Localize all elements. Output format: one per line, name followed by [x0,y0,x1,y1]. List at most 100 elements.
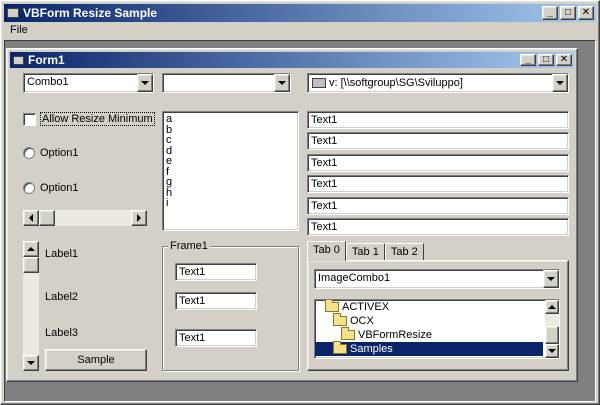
list-item[interactable]: a [166,114,295,125]
frame1-title: Frame1 [168,240,210,252]
frame-text-1[interactable]: Text1 [175,263,257,281]
arrow-up-icon [548,305,556,309]
maximize-icon[interactable]: □ [538,54,554,66]
frame-text-3[interactable]: Text1 [175,329,257,347]
folder-icon [333,313,347,326]
list-item[interactable]: d [166,145,295,157]
combo1[interactable]: Combo1 [23,73,154,93]
right-text-2[interactable]: Text1 [307,132,569,150]
drive-combo[interactable]: v: [\\softgroup\SG\Sviluppo] [307,73,569,93]
tab-0[interactable]: Tab 0 [307,241,346,261]
close-icon[interactable]: ✕ [556,54,572,66]
chevron-down-icon [278,81,286,85]
list-item[interactable]: c [166,135,295,146]
list-item[interactable]: h [166,187,295,199]
tree-vertical-scrollbar[interactable] [545,300,559,358]
arrow-down-icon [548,349,556,353]
chevron-down-icon [547,277,555,281]
minimize-icon[interactable]: _ [520,54,536,66]
app-icon [7,8,19,18]
right-text-5[interactable]: Text1 [307,197,569,215]
combo2[interactable] [162,73,291,93]
combo1-value: Combo1 [27,76,69,88]
image-combo-value: ImageCombo1 [318,272,391,284]
checkbox-box[interactable] [23,112,36,126]
form1-title: Form1 [28,53,65,67]
drive-combo-value: v: [\\softgroup\SG\Sviluppo] [329,77,463,89]
scroll-up-button[interactable] [545,300,559,314]
tree-node-label: VBFormResize [358,329,432,341]
tree-node[interactable]: VBFormResize [315,327,543,342]
tree-view[interactable]: ACTIVEX OCX VBFormResize Samples [314,299,560,359]
arrow-left-icon [29,214,33,222]
option-1-label: Option1 [40,147,79,159]
right-text-4[interactable]: Text1 [307,175,569,193]
image-combo[interactable]: ImageCombo1 [314,269,560,289]
radio-button[interactable] [23,147,35,159]
tree-node[interactable]: Samples [315,341,543,356]
combo2-dropdown-button[interactable] [274,74,290,92]
maximize-icon[interactable]: □ [560,6,576,20]
close-icon[interactable]: ✕ [578,6,594,20]
frame-text-2[interactable]: Text1 [175,292,257,310]
arrow-right-icon [137,214,141,222]
list-item[interactable]: g [166,177,295,188]
scroll-thumb[interactable] [39,210,55,226]
tree-node-label: ACTIVEX [342,301,390,313]
right-text-3[interactable]: Text1 [307,154,569,172]
arrow-down-icon [27,361,35,365]
option-2-label: Option1 [40,182,79,194]
label-2: Label2 [45,291,79,303]
outer-title-bar[interactable]: VBForm Resize Sample _ □ ✕ [4,4,596,22]
minimize-icon[interactable]: _ [542,6,558,20]
option-2[interactable]: Option1 [23,182,79,194]
scroll-down-button[interactable] [545,344,559,358]
vertical-scrollbar[interactable] [23,241,39,371]
listbox-items: abcdefghi [166,114,295,209]
menu-bar: File [4,22,596,40]
outer-window-title: VBForm Resize Sample [23,6,158,20]
label-3: Label3 [45,327,79,339]
scroll-thumb[interactable] [545,326,559,344]
combo2-value [163,74,274,92]
image-combo-dropdown-button[interactable] [543,270,559,288]
tab-1[interactable]: Tab 1 [345,243,385,261]
horizontal-scrollbar[interactable] [23,210,147,226]
chevron-down-icon [556,81,564,85]
list-item[interactable]: i [166,198,295,209]
tab-2[interactable]: Tab 2 [384,243,424,261]
list-item[interactable]: f [166,166,295,178]
tab-strip: Tab 0 Tab 1 Tab 2 [307,241,424,261]
menu-file[interactable]: File [10,24,28,36]
allow-resize-checkbox[interactable]: Allow Resize Minimum [23,111,161,127]
radio-button[interactable] [23,182,35,194]
sample-button[interactable]: Sample [45,349,147,371]
tree-node-label: OCX [350,315,374,327]
checkbox-label: Allow Resize Minimum [40,112,155,126]
label-1: Label1 [45,248,79,260]
right-text-6[interactable]: Text1 [307,218,569,236]
tree-node[interactable]: ACTIVEX [315,300,543,314]
scroll-up-button[interactable] [23,241,39,257]
sample-button-label: Sample [77,354,115,366]
scroll-down-button[interactable] [23,355,39,371]
combo1-dropdown-button[interactable] [137,74,153,92]
network-drive-icon [312,78,326,88]
drive-combo-dropdown-button[interactable] [552,74,568,92]
frame1: Frame1 Text1 Text1 Text1 [162,240,299,371]
list-item[interactable]: b [166,124,295,136]
arrow-up-icon [27,247,35,251]
tree-items: ACTIVEX OCX VBFormResize Samples [315,300,559,356]
option-1[interactable]: Option1 [23,147,79,159]
scroll-thumb[interactable] [23,257,39,273]
listbox[interactable]: abcdefghi [162,111,299,231]
folder-icon [333,341,347,354]
scroll-right-button[interactable] [131,210,147,226]
scroll-left-button[interactable] [23,210,39,226]
list-item[interactable]: e [166,156,295,167]
tree-node[interactable]: OCX [315,313,543,328]
form-icon [13,55,24,65]
right-text-1[interactable]: Text1 [307,111,569,129]
folder-icon [325,300,339,312]
form1-title-bar[interactable]: Form1 _ □ ✕ [10,52,574,68]
